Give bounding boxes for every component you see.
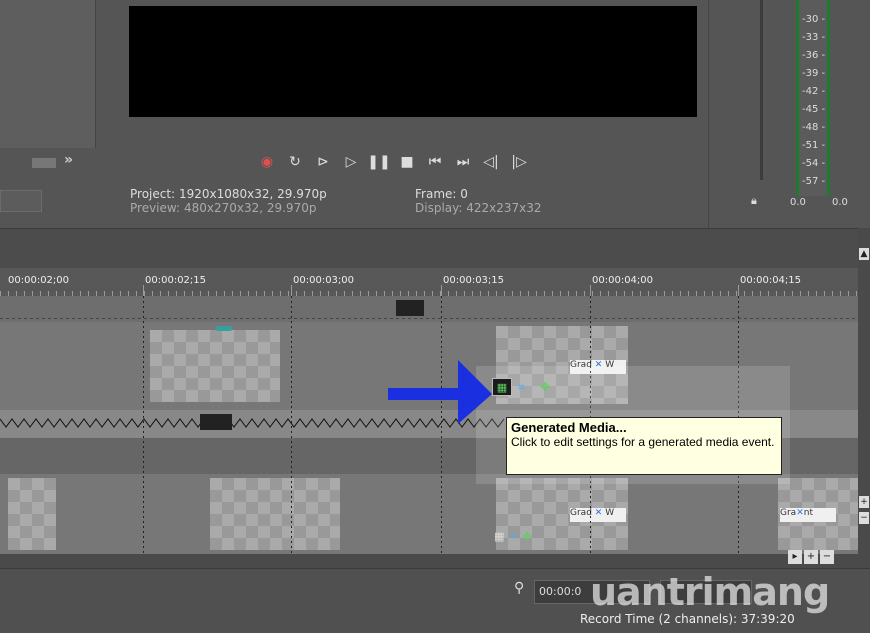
film-icon: ▦: [496, 380, 508, 394]
prev-frame-icon[interactable]: ◁|: [482, 153, 500, 171]
ruler-tick: [590, 285, 591, 296]
meter-tick: -57 -: [802, 176, 826, 187]
display-info: Display: 422x237x32: [415, 201, 542, 215]
meter-right-value: 0.0: [832, 197, 848, 208]
transport-controls: ◉ ↻ ⊳ ▷ ❚❚ ■ ⏮ ⏭ ◁| |▷: [258, 152, 528, 172]
transition-icon: ✕: [594, 508, 603, 518]
ruler-label: 00:00:04;15: [740, 275, 802, 286]
ruler-tick: [738, 285, 739, 296]
ruler-tick: [441, 285, 442, 296]
clip-label: Grad ✕ W: [570, 508, 626, 522]
left-panel-button[interactable]: [32, 158, 56, 168]
clip-label-suffix: W: [605, 508, 615, 518]
display-value: 422x237x32: [466, 201, 542, 215]
audio-clip-marker[interactable]: [200, 414, 232, 430]
tooltip: Generated Media... Click to edit setting…: [506, 417, 782, 475]
preview-info: Preview: 480x270x32, 29.970p: [130, 201, 316, 215]
left-panel-content: [0, 0, 96, 148]
grid-line: [291, 296, 292, 554]
crop-icon[interactable]: ⌗: [518, 380, 525, 395]
timeline-zoom-controls: ▸ + −: [788, 550, 834, 566]
clip-label: Gra✕nt: [780, 508, 836, 522]
meter-tick: -36 -: [802, 50, 826, 61]
video-clip[interactable]: [150, 330, 280, 402]
next-frame-icon[interactable]: |▷: [510, 153, 528, 171]
clip-label-text: Grad: [570, 508, 592, 518]
next-marker-icon[interactable]: ⏭: [454, 153, 472, 171]
ruler-tick: [143, 285, 144, 296]
record-time-status: Record Time (2 channels): 37:39:20: [580, 612, 795, 626]
ruler-label: 00:00:04;00: [592, 275, 654, 286]
display-label: Display:: [415, 201, 463, 215]
master-fader-track[interactable]: [760, 0, 763, 180]
play-from-start-icon[interactable]: ⊳: [314, 153, 332, 171]
pause-icon[interactable]: ❚❚: [367, 153, 390, 171]
meter-right-channel: [827, 0, 830, 196]
loop-icon[interactable]: ↻: [286, 153, 304, 171]
project-info: Project: 1920x1080x32, 29.970p: [130, 187, 327, 201]
scroll-up-icon[interactable]: ▲: [859, 248, 869, 260]
crop-icon[interactable]: ⌗: [510, 530, 516, 544]
scroll-right-icon[interactable]: ▸: [788, 550, 802, 564]
zoom-in-icon[interactable]: +: [859, 496, 869, 508]
meter-tick: -30 -: [802, 14, 826, 25]
clip-event-icons: ▦ ⌗ ✥: [494, 530, 532, 544]
pan-crop-icon[interactable]: ✥: [523, 530, 532, 544]
meter-tick: -39 -: [802, 68, 826, 79]
ruler-label: 00:00:03;00: [293, 275, 355, 286]
video-preview-screen: [129, 6, 697, 117]
tooltip-body: Click to edit settings for a generated m…: [511, 435, 775, 449]
preview-value: 480x270x32, 29.970p: [183, 201, 317, 215]
play-icon[interactable]: ▷: [342, 153, 360, 171]
more-chevron-icon[interactable]: »: [64, 152, 73, 168]
pin-icon[interactable]: ⚲: [514, 580, 524, 596]
meter-tick: -54 -: [802, 158, 826, 169]
zoom-out-icon[interactable]: −: [859, 512, 869, 524]
track-divider: [0, 318, 858, 319]
master-bus-panel: [708, 0, 870, 228]
meter-tick: -48 -: [802, 122, 826, 133]
timeline-header: [0, 228, 870, 269]
clip-label-suffix: nt: [803, 508, 813, 518]
stop-icon[interactable]: ■: [398, 153, 416, 171]
grid-line: [143, 296, 144, 554]
watermark-logo: uantrimang: [590, 570, 830, 614]
preview-label: Preview:: [130, 201, 181, 215]
lock-icon[interactable]: 🔒︎: [751, 194, 757, 208]
pan-crop-icon[interactable]: ✥: [540, 380, 550, 394]
zoom-in-icon[interactable]: +: [804, 550, 818, 564]
frame-label: Frame:: [415, 187, 457, 201]
meter-tick: -51 -: [802, 140, 826, 151]
pointer-arrow-icon: [388, 360, 492, 424]
ruler-label: 00:00:02;15: [145, 275, 207, 286]
tooltip-title: Generated Media...: [511, 420, 627, 435]
generated-media-icon[interactable]: ▦: [494, 530, 504, 544]
transition-icon: ✕: [796, 508, 804, 518]
meter-left-channel: [796, 0, 799, 196]
video-clip[interactable]: [8, 478, 56, 550]
project-value: 1920x1080x32, 29.970p: [178, 187, 327, 201]
ruler-label: 00:00:03;15: [443, 275, 505, 286]
frame-value: 0: [460, 187, 468, 201]
ruler-label: 00:00:02;00: [8, 275, 70, 286]
project-label: Project:: [130, 187, 176, 201]
clip-label-text: Gra: [780, 508, 797, 518]
video-track-2[interactable]: [0, 474, 858, 554]
meter-tick: -45 -: [802, 104, 826, 115]
meter-left-value: 0.0: [790, 197, 806, 208]
marker-clip[interactable]: [396, 300, 424, 316]
ruler-tick: [291, 285, 292, 296]
clip-marker: [216, 326, 232, 331]
left-panel-field[interactable]: [0, 190, 42, 212]
zoom-out-icon[interactable]: −: [820, 550, 834, 564]
prev-marker-icon[interactable]: ⏮: [426, 153, 444, 171]
frame-info: Frame: 0: [415, 187, 468, 201]
meter-tick: -42 -: [802, 86, 826, 97]
meter-tick: -33 -: [802, 32, 826, 43]
record-icon[interactable]: ◉: [258, 153, 276, 171]
video-clip[interactable]: [210, 478, 340, 550]
